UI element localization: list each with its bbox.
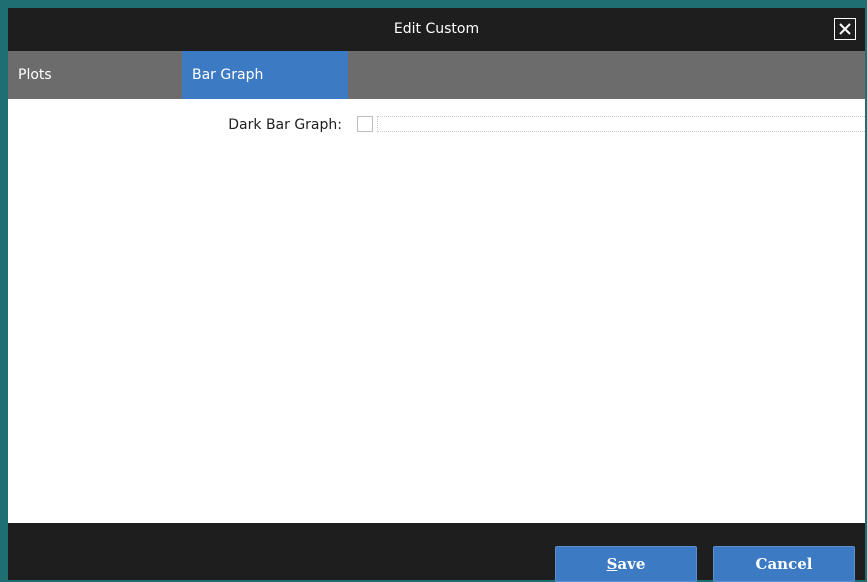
dark-bar-graph-field-outline (377, 116, 865, 132)
cancel-button[interactable]: Cancel (713, 546, 855, 582)
close-button[interactable] (834, 18, 856, 40)
dark-bar-graph-checkbox[interactable] (357, 116, 373, 132)
tab-plots[interactable]: Plots (8, 51, 182, 99)
dark-bar-graph-label: Dark Bar Graph: (228, 117, 342, 133)
tab-plots-label: Plots (18, 67, 52, 83)
title-bar: Edit Custom (8, 8, 865, 51)
save-button[interactable]: Save (555, 546, 697, 582)
tab-bar-graph-label: Bar Graph (192, 67, 264, 83)
close-icon (839, 23, 851, 35)
tab-bar-graph[interactable]: Bar Graph (182, 51, 348, 99)
cancel-label: Cancel (755, 555, 813, 573)
save-label-rest: ave (617, 555, 646, 573)
tab-bar: Plots Bar Graph (8, 51, 865, 99)
content-panel: Dark Bar Graph: (8, 99, 865, 523)
window-title: Edit Custom (393, 21, 480, 37)
save-mnemonic: S (606, 555, 618, 573)
